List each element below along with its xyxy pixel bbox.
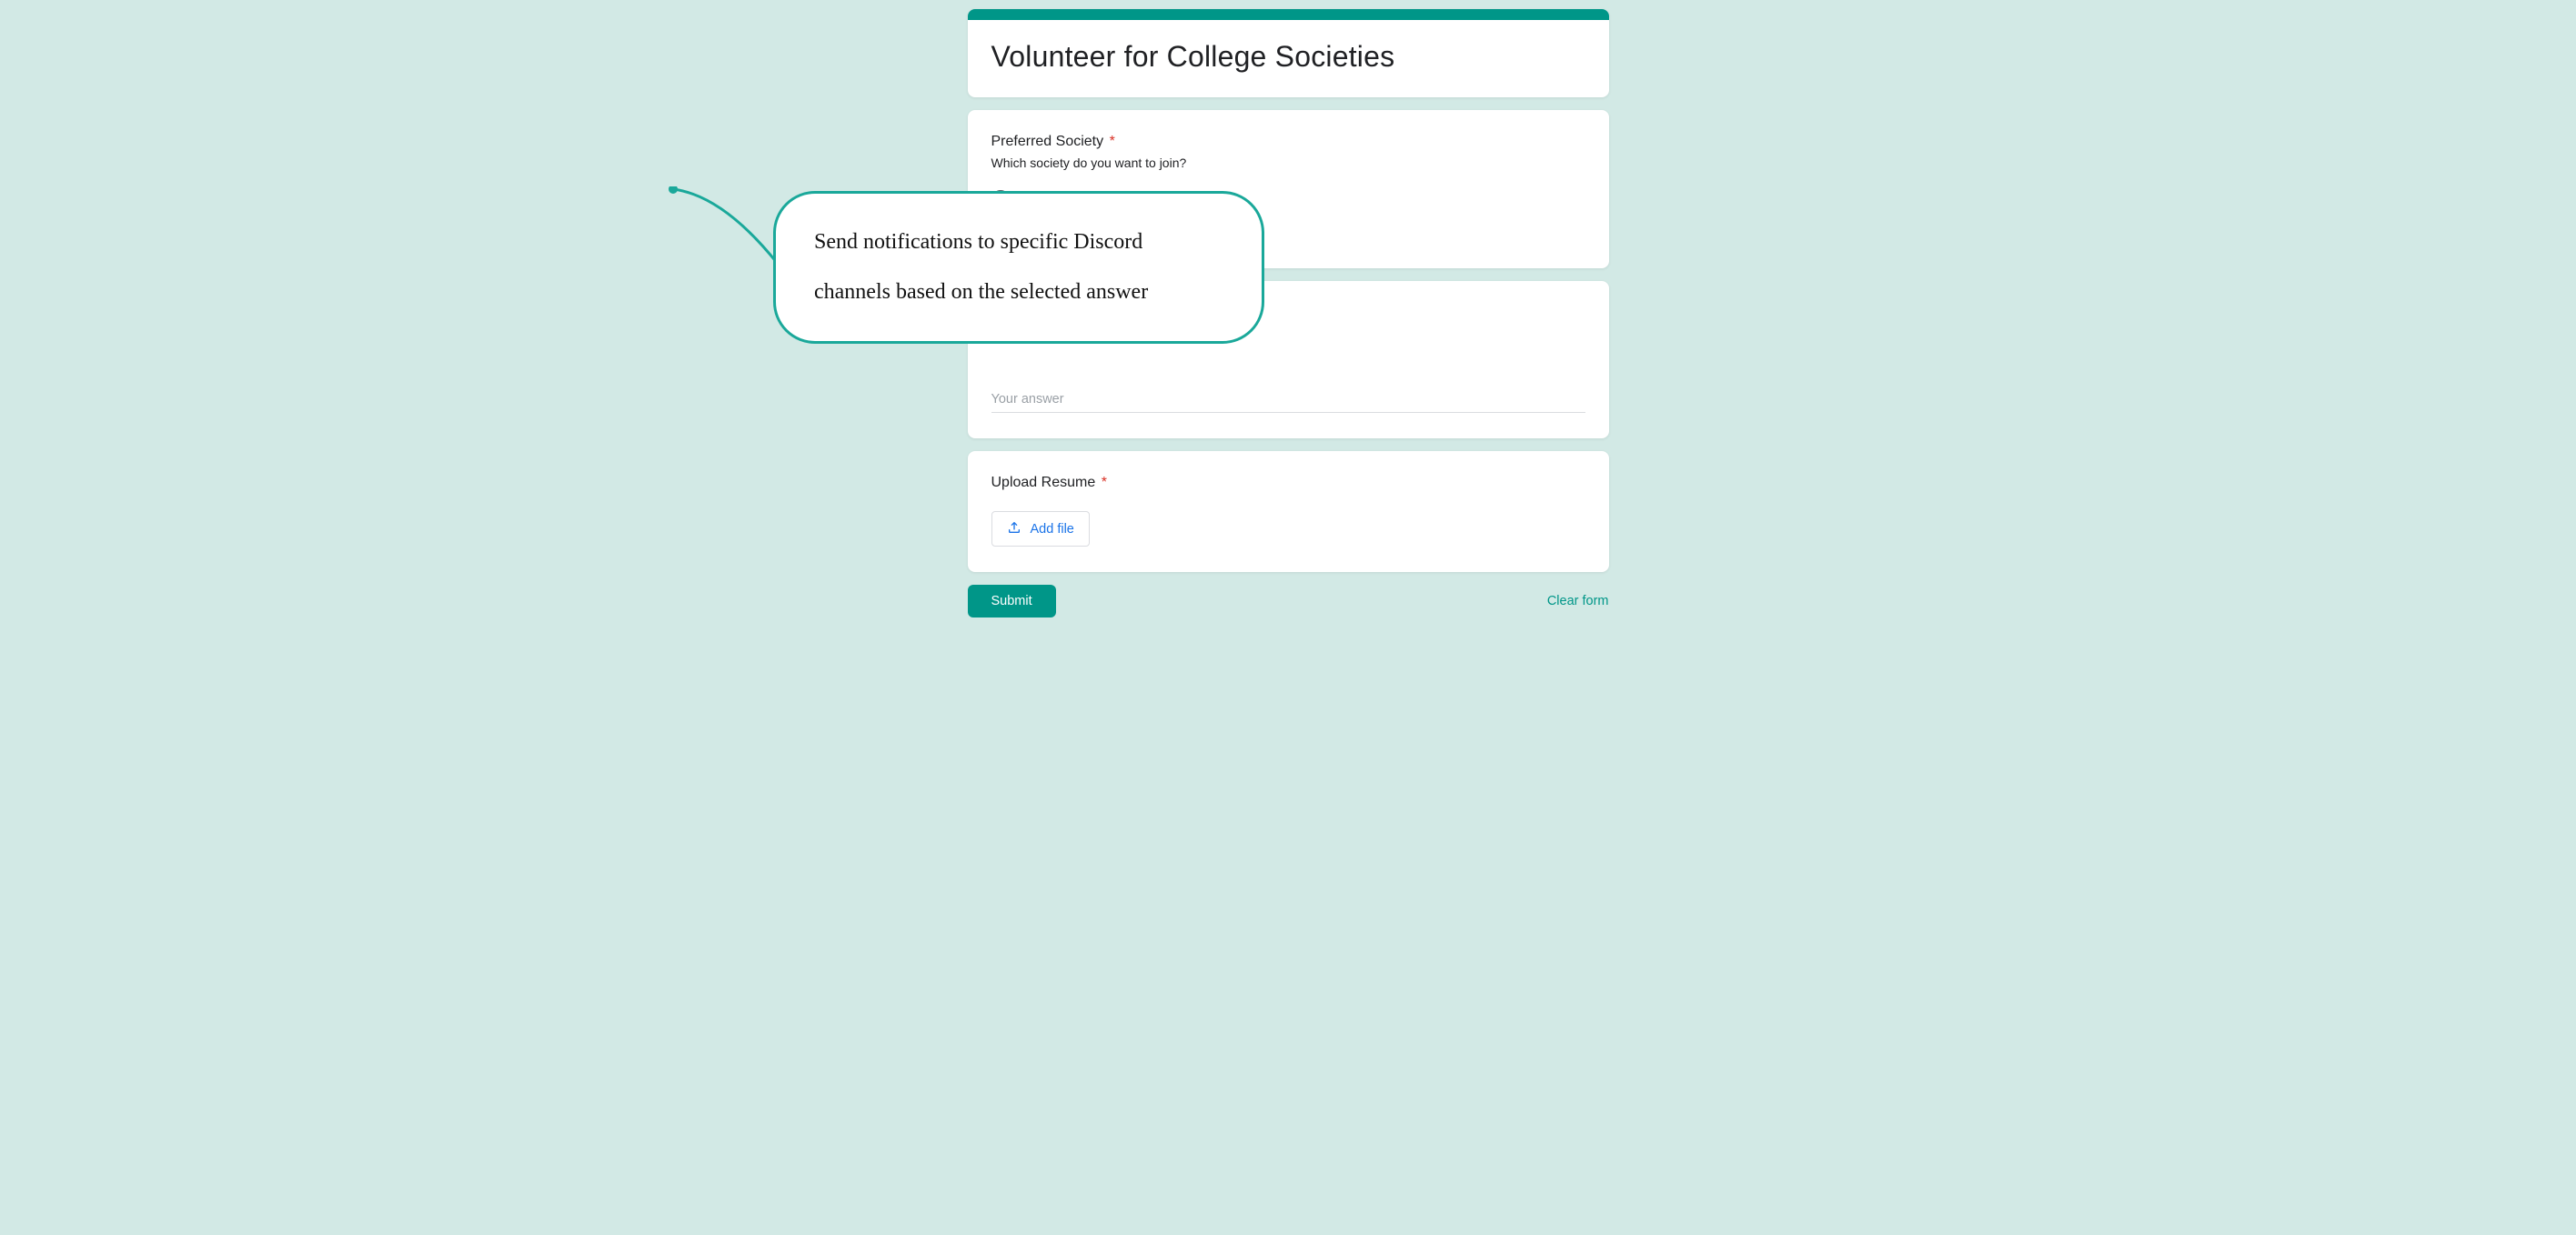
question-description: Which society do you want to join? [991, 156, 1585, 170]
annotation-text: Send notifications to specific Discord c… [814, 230, 1148, 304]
question-upload-resume: Upload Resume * Add file [968, 451, 1609, 572]
required-asterisk: * [1102, 475, 1107, 490]
form-footer: Submit Clear form [968, 585, 1609, 618]
add-file-label: Add file [1031, 522, 1074, 537]
required-asterisk: * [1110, 134, 1115, 149]
short-bio-input[interactable] [991, 387, 1585, 413]
annotation-callout: Send notifications to specific Discord c… [773, 191, 1264, 344]
question-title-text: Upload Resume [991, 475, 1096, 490]
question-title: Preferred Society * [991, 134, 1585, 150]
clear-form-link[interactable]: Clear form [1547, 594, 1609, 608]
form-header-card: Volunteer for College Societies [968, 9, 1609, 97]
upload-icon [1007, 520, 1021, 537]
add-file-button[interactable]: Add file [991, 511, 1090, 547]
annotation-connector [669, 186, 787, 277]
question-title-text: Preferred Society [991, 134, 1104, 149]
question-title: Upload Resume * [991, 475, 1585, 491]
submit-button[interactable]: Submit [968, 585, 1056, 618]
form-title: Volunteer for College Societies [991, 40, 1585, 74]
